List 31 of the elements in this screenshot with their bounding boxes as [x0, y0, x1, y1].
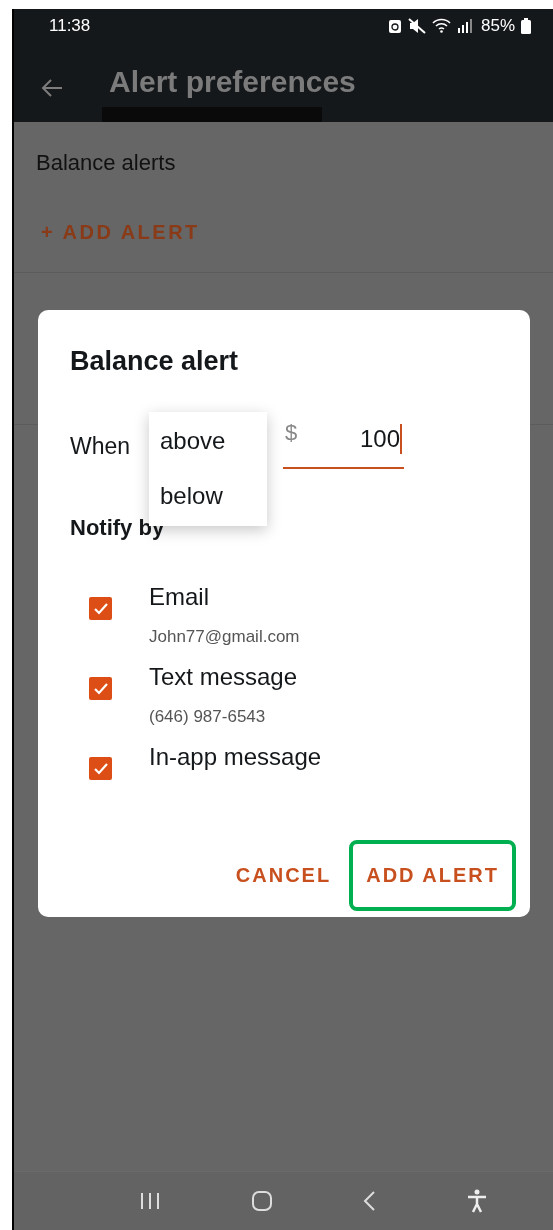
mute-icon [407, 17, 426, 34]
option-detail: John77@gmail.com [149, 627, 300, 647]
menu-item[interactable]: above [149, 414, 267, 469]
battery-icon [521, 17, 531, 34]
checkmark-icon [92, 681, 109, 696]
signal-icon [456, 18, 473, 33]
option-label: In-app message [149, 743, 322, 771]
status-time: 11:38 [49, 15, 91, 36]
battery-level: 85% [480, 15, 515, 36]
option-label: Text message [149, 663, 298, 691]
section-title: Balance alerts [36, 150, 176, 175]
option-detail: (646) 987-6543 [149, 707, 267, 727]
wifi-icon [431, 18, 451, 33]
amount-field[interactable]: $ 100 [283, 411, 404, 469]
accessibility-icon[interactable] [466, 1189, 489, 1213]
home-icon[interactable] [250, 1190, 273, 1212]
checkbox[interactable] [89, 757, 112, 780]
dialog-button[interactable]: ADD ALERT [349, 840, 516, 911]
when-label: When [70, 432, 131, 460]
page-title: Alert preferences [109, 65, 356, 99]
dialog-title: Balance alert [70, 346, 240, 377]
back-arrow-icon[interactable] [40, 78, 64, 98]
back-icon[interactable] [362, 1190, 377, 1212]
menu-item[interactable]: below [149, 469, 267, 524]
option-label: Email [149, 583, 210, 611]
dialog-button[interactable]: CANCEL [218, 840, 349, 911]
recent-apps-icon[interactable] [138, 1191, 161, 1211]
checkmark-icon [92, 761, 109, 776]
checkbox[interactable] [89, 677, 112, 700]
checkbox[interactable] [89, 597, 112, 620]
checkmark-icon [92, 601, 109, 616]
